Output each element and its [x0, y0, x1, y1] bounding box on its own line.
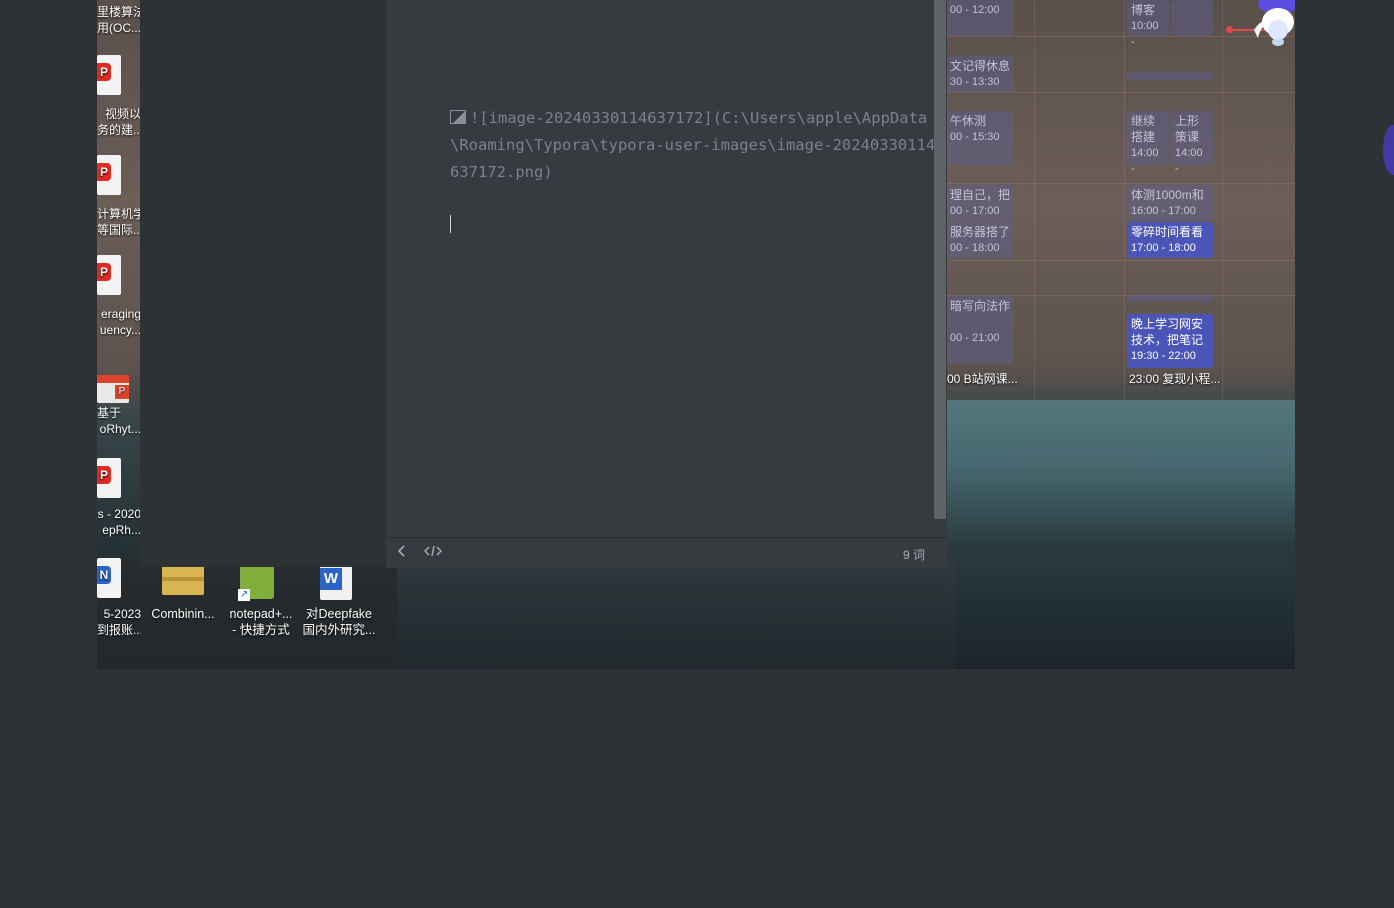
calendar-event[interactable]: 暗写向法作 00 - 21:00	[946, 296, 1014, 364]
calendar-grid-line	[947, 260, 1295, 261]
pdf-file-icon: P	[97, 458, 121, 498]
editor-content-area[interactable]: ![image-20240330114637172](C:\Users\appl…	[386, 0, 947, 537]
wallpaper-water	[947, 400, 1295, 669]
desktop-icon-label: 对Deepfake 国内外研究...	[302, 607, 376, 637]
calendar-grid-line	[1222, 0, 1223, 400]
word-file-icon: W	[320, 564, 352, 600]
calendar-event[interactable]	[1127, 72, 1213, 80]
calendar-event[interactable]: 体测1000m和 16:00 - 17:00	[1127, 185, 1213, 221]
pdf-file-icon: P	[97, 55, 121, 95]
assistant-mascot-icon[interactable]	[1250, 0, 1298, 58]
word-count[interactable]: 9 词	[903, 546, 925, 563]
code-icon[interactable]	[423, 544, 443, 561]
pdf-file-icon: P	[97, 255, 121, 295]
calendar-event[interactable]: 上形策课 14:00 -	[1171, 111, 1213, 175]
calendar-event[interactable]: 午休测 00 - 15:30	[946, 111, 1014, 165]
notepad-plus-icon: ↗	[238, 565, 274, 601]
calendar-grid-line	[947, 36, 1295, 37]
calendar-event[interactable]	[1127, 295, 1213, 302]
calendar-event[interactable]: 零碎时间看看 17:00 - 18:00	[1127, 222, 1213, 258]
desktop-icon-label: 计算机学 等国际...	[97, 207, 141, 237]
desktop-icon-label: Combinin...	[151, 607, 215, 621]
desktop-icon[interactable]: ↗ notepad+... - 快捷方式	[224, 560, 298, 640]
shortcut-arrow-icon: ↗	[238, 589, 250, 601]
word-file-icon: N	[97, 558, 121, 598]
ppt-file-icon: P	[97, 375, 129, 403]
desktop-icon[interactable]: W 对Deepfake 国内外研究...	[300, 560, 378, 640]
calendar-event[interactable]: 服务器搭了 00 - 18:00	[946, 222, 1014, 258]
image-icon	[450, 110, 466, 124]
desktop-icon-label: s - 2020 epRh...	[97, 507, 141, 537]
desktop-icon-label: 里楼算法 用(OC...	[97, 5, 141, 35]
calendar-event[interactable]: 晚上学习网安技术，把笔记 19:30 - 22:00	[1127, 314, 1213, 368]
desktop-icon-label: 基于 oRhyt...	[97, 406, 141, 436]
markdown-image-line[interactable]: ![image-20240330114637172](C:\Users\appl…	[450, 105, 940, 186]
desktop-icon[interactable]: Combinin...	[150, 560, 216, 640]
typora-editor-window: ![image-20240330114637172](C:\Users\appl…	[140, 0, 947, 568]
desktop-icon-label: 视频以 务的建...	[97, 107, 141, 137]
calendar-event[interactable]: 继续搭建 14:00 -	[1127, 111, 1169, 175]
calendar-event[interactable]	[1171, 0, 1213, 36]
editor-scrollbar[interactable]	[934, 0, 946, 519]
desktop-icon-label: 5-2023 到报账...	[97, 607, 141, 637]
desktop-icon[interactable]: N 5-2023 到报账...	[97, 558, 157, 638]
editor-footer: 9 词	[386, 537, 947, 568]
calendar-grid-line	[1124, 0, 1125, 400]
calendar-item[interactable]: 00 B站网课...	[947, 370, 1018, 387]
desktop-icon-label: eraging uency...	[99, 307, 141, 337]
archive-folder-icon	[162, 565, 204, 595]
calendar-grid-line	[1034, 0, 1035, 400]
markdown-image-source: ![image-20240330114637172](C:\Users\appl…	[450, 109, 936, 181]
text-cursor	[450, 215, 451, 233]
current-time-dot	[1226, 26, 1233, 33]
calendar-event[interactable]: 00 - 12:00	[946, 0, 1014, 36]
chevron-left-icon[interactable]	[396, 544, 408, 561]
calendar-grid-line	[947, 92, 1295, 93]
wallpaper-shadow	[397, 560, 957, 669]
floating-widget-icon[interactable]	[1383, 125, 1394, 175]
pdf-file-icon: P	[97, 155, 121, 195]
calendar-item[interactable]: 23:00 复现小程...	[1129, 370, 1220, 387]
calendar-grid-line	[947, 183, 1295, 184]
desktop-icon-label: notepad+... - 快捷方式	[229, 607, 293, 637]
calendar-event[interactable]: 博客 10:00 -	[1127, 0, 1169, 48]
calendar-event[interactable]: 理自己，把 00 - 17:00	[946, 185, 1014, 221]
editor-sidebar[interactable]	[140, 0, 386, 567]
calendar-event[interactable]: 文记得休息 30 - 13:30	[946, 56, 1014, 92]
